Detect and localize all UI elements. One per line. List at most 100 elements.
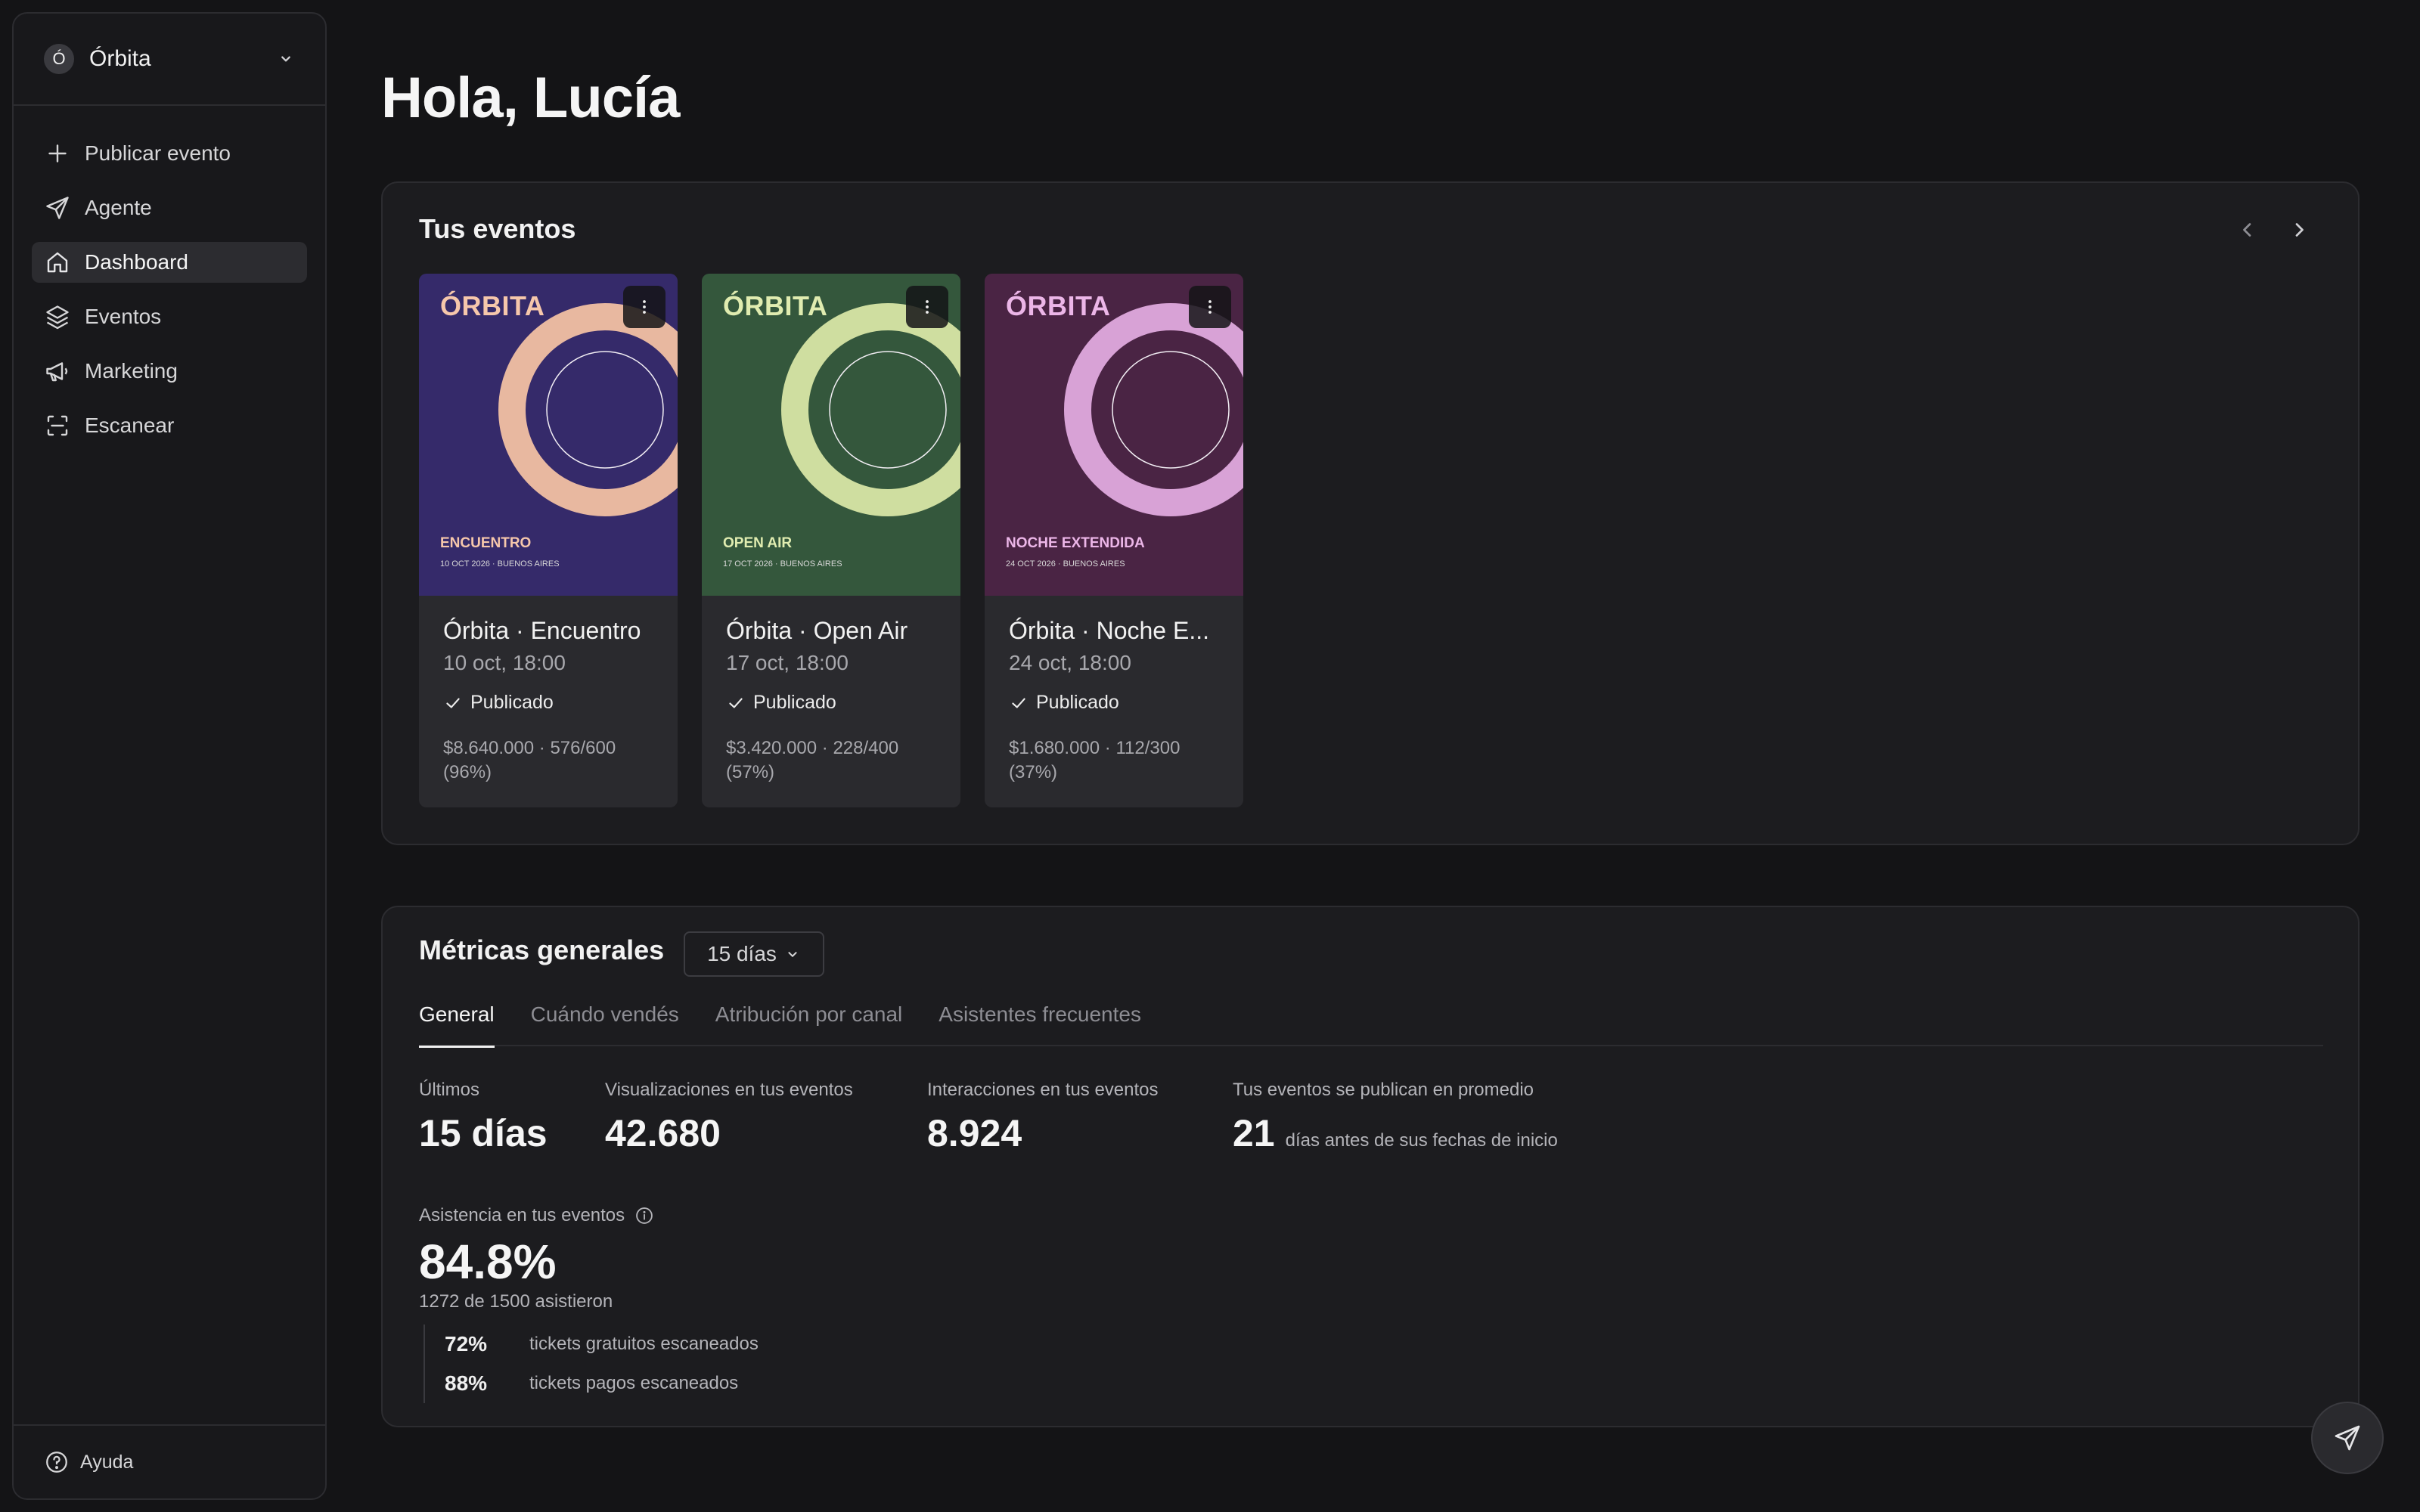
attendance-label: Asistencia en tus eventos (419, 1205, 625, 1225)
nav-label: Dashboard (85, 250, 188, 274)
nav-label: Publicar evento (85, 141, 231, 165)
card-body: Órbita · Noche E... 24 oct, 18:00 Public… (985, 596, 1243, 785)
range-label: 15 días (707, 942, 777, 965)
poster-title: NOCHE EXTENDIDA (1006, 535, 1145, 551)
org-name: Órbita (89, 46, 151, 71)
sidebar: Ó Órbita Publicar evento Agente Dashboar… (12, 12, 327, 1500)
tab-general[interactable]: General (419, 999, 495, 1048)
chevron-down-icon (788, 952, 797, 957)
range-select[interactable]: 15 días (684, 931, 824, 977)
chevron-right-icon[interactable] (2285, 216, 2313, 243)
sales-summary: $1.680.000 · 112/300 (1009, 738, 1181, 758)
event-card[interactable]: ÓRBITA ENCUENTRO 10 OCT 2026 · BUENOS AI… (419, 274, 678, 807)
attendance-breakdown: 72% tickets gratuitos escaneados 88% tic… (424, 1325, 759, 1403)
nav-item-agente[interactable]: Agente (32, 187, 307, 228)
card-body: Órbita · Open Air 17 oct, 18:00 Publicad… (702, 596, 960, 785)
nav-item-eventos[interactable]: Eventos (32, 296, 307, 337)
sales-summary: $8.640.000 · 576/600 (443, 738, 616, 758)
nav-label: Agente (85, 196, 152, 219)
breakdown-row: 72% tickets gratuitos escaneados (445, 1325, 759, 1364)
stat-publish-lead: Tus eventos se publican en promedio 21 d… (1233, 1080, 1558, 1155)
nav-label: Eventos (85, 305, 162, 328)
event-sales: $1.680.000 · 112/300 (37%) (1009, 736, 1213, 785)
org-avatar: Ó (44, 44, 74, 74)
event-card[interactable]: ÓRBITA NOCHE EXTENDIDA 24 OCT 2026 · BUE… (985, 274, 1243, 807)
more-vertical-icon (926, 300, 929, 314)
tab-asistentes-frecuentes[interactable]: Asistentes frecuentes (939, 999, 1141, 1046)
event-poster: ÓRBITA OPEN AIR 17 OCT 2026 · BUENOS AIR… (702, 274, 960, 596)
stat-value: 42.680 (605, 1112, 721, 1154)
stat-interactions: Interacciones en tus eventos 8.924 (927, 1080, 1159, 1155)
stat-period: Últimos 15 días (419, 1080, 548, 1155)
card-menu-button[interactable] (906, 286, 948, 328)
event-card[interactable]: ÓRBITA OPEN AIR 17 OCT 2026 · BUENOS AIR… (702, 274, 960, 807)
poster-brand: ÓRBITA (723, 290, 828, 321)
card-menu-button[interactable] (1189, 286, 1231, 328)
tab-atribucion-por-canal[interactable]: Atribución por canal (715, 999, 902, 1046)
poster-brand: ÓRBITA (1006, 290, 1111, 321)
check-icon (729, 698, 743, 708)
chevron-left-icon[interactable] (2234, 216, 2261, 243)
home-icon (47, 252, 68, 273)
sidebar-nav: Publicar evento Agente Dashboard Eventos… (14, 106, 325, 446)
breakdown-label: tickets gratuitos escaneados (529, 1334, 759, 1354)
stat-value: 8.924 (927, 1112, 1022, 1154)
page-title: Hola, Lucía (381, 66, 680, 130)
attendance-label-row: Asistencia en tus eventos (419, 1205, 759, 1226)
stat-inline: 21 días antes de sus fechas de inicio (1233, 1111, 1558, 1155)
nav-item-escanear[interactable]: Escanear (32, 405, 307, 446)
status-label: Publicado (753, 692, 836, 713)
card-menu-button[interactable] (623, 286, 666, 328)
card-body: Órbita · Encuentro 10 oct, 18:00 Publica… (419, 596, 678, 785)
nav-item-publicar-evento[interactable]: Publicar evento (32, 133, 307, 174)
sales-percent: (57%) (726, 762, 775, 782)
event-date: 17 oct, 18:00 (726, 651, 849, 674)
poster-subtitle: 24 OCT 2026 · BUENOS AIRES (1006, 559, 1125, 569)
sales-percent: (96%) (443, 762, 492, 782)
nav-label: Escanear (85, 414, 175, 437)
poster-title: OPEN AIR (723, 535, 793, 551)
nav-label: Marketing (85, 359, 178, 383)
org-switcher[interactable]: Ó Órbita (14, 14, 325, 106)
more-vertical-icon (1208, 300, 1212, 314)
stat-suffix: días antes de sus fechas de inicio (1285, 1130, 1558, 1151)
status-badge: Publicado (443, 692, 653, 714)
status-label: Publicado (1036, 692, 1119, 713)
help-circle-icon (46, 1452, 67, 1473)
stat-label: Últimos (419, 1080, 480, 1100)
attendance-value: 84.8% (419, 1235, 557, 1289)
event-sales: $3.420.000 · 228/400 (57%) (726, 736, 930, 785)
layers-icon (46, 305, 69, 330)
event-sales: $8.640.000 · 576/600 (96%) (443, 736, 647, 785)
more-vertical-icon (643, 300, 646, 314)
attendance-block: Asistencia en tus eventos 84.8% 1272 de … (419, 1205, 759, 1403)
chevron-down-icon (281, 56, 290, 62)
event-date: 10 oct, 18:00 (443, 651, 566, 674)
stat-label: Interacciones en tus eventos (927, 1080, 1159, 1100)
scan-icon (47, 415, 68, 436)
event-date: 24 oct, 18:00 (1009, 651, 1131, 674)
event-cards: ÓRBITA ENCUENTRO 10 OCT 2026 · BUENOS AI… (419, 274, 1243, 807)
poster-title: ENCUENTRO (440, 535, 532, 551)
breakdown-percent: 88% (445, 1371, 488, 1395)
tab-cuando-vendes[interactable]: Cuándo vendés (531, 999, 679, 1046)
event-name: Órbita · Noche E... (1009, 617, 1209, 644)
carousel-nav (2234, 216, 2313, 243)
status-badge: Publicado (726, 692, 936, 714)
events-title: Tus eventos (419, 213, 576, 244)
event-poster: ÓRBITA ENCUENTRO 10 OCT 2026 · BUENOS AI… (419, 274, 678, 596)
agent-chat-button[interactable] (2311, 1402, 2384, 1474)
status-label: Publicado (470, 692, 554, 713)
nav-item-dashboard[interactable]: Dashboard (32, 242, 307, 283)
nav-item-marketing[interactable]: Marketing (32, 351, 307, 392)
help-link[interactable]: Ayuda (14, 1424, 325, 1498)
metrics-tabs: General Cuándo vendés Atribución por can… (419, 999, 2323, 1048)
poster-subtitle: 17 OCT 2026 · BUENOS AIRES (723, 559, 842, 569)
breakdown-label: tickets pagos escaneados (529, 1373, 739, 1393)
check-icon (1012, 698, 1025, 708)
stat-value: 21 (1233, 1112, 1275, 1154)
megaphone-icon (46, 362, 68, 382)
info-icon[interactable] (634, 1205, 655, 1226)
plus-icon (48, 144, 67, 163)
event-name: Órbita · Encuentro (443, 617, 641, 644)
